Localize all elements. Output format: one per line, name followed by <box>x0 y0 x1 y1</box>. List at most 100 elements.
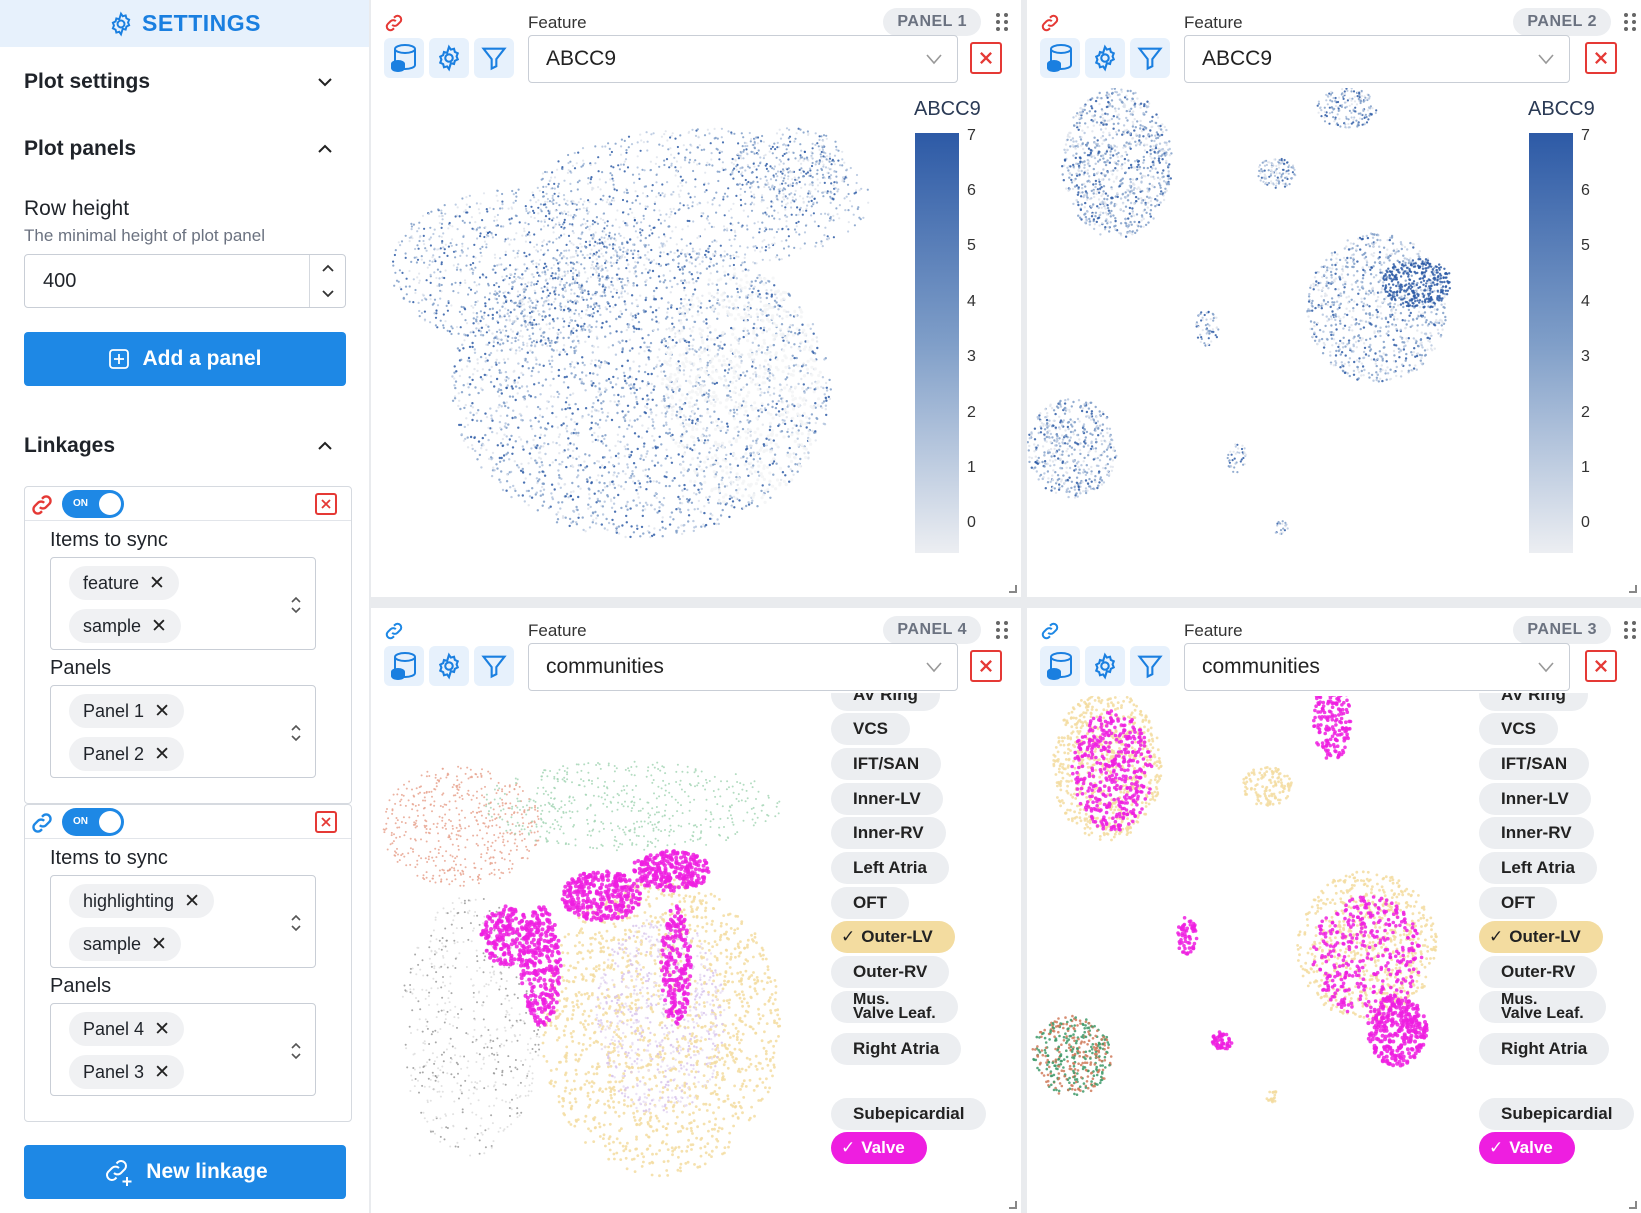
close-panel-button[interactable] <box>970 650 1002 682</box>
resize-handle[interactable] <box>1009 585 1017 593</box>
legend-item[interactable]: IFT/SAN <box>1479 748 1590 780</box>
decrement-button[interactable] <box>310 281 346 307</box>
legend-item[interactable]: Outer-RV <box>831 956 950 988</box>
remove-chip-icon[interactable]: ✕ <box>154 1018 170 1041</box>
legend-item[interactable]: Mus. Valve Leaf. <box>831 991 958 1023</box>
legend-item[interactable]: Inner-LV <box>1479 783 1591 815</box>
dataset-button[interactable] <box>1040 646 1080 686</box>
linkages-section[interactable]: Linkages <box>24 431 335 461</box>
remove-chip-icon[interactable]: ✕ <box>151 933 167 956</box>
remove-linkage-button[interactable] <box>315 493 337 515</box>
items-to-sync-select[interactable]: feature ✕ sample ✕ <box>50 557 316 650</box>
link-icon[interactable] <box>383 12 405 34</box>
tick-label: 6 <box>967 182 976 199</box>
linkage-toggle[interactable]: ON <box>62 808 124 836</box>
legend-item[interactable]: Inner-RV <box>1479 817 1594 849</box>
filter-button[interactable] <box>1130 38 1170 78</box>
resize-handle[interactable] <box>1009 1201 1017 1209</box>
new-linkage-button[interactable]: New linkage <box>24 1145 346 1199</box>
legend-item[interactable]: OFT <box>831 887 909 919</box>
drag-handle-icon[interactable] <box>1623 620 1637 640</box>
remove-chip-icon[interactable]: ✕ <box>184 890 200 913</box>
legend-label: Inner-RV <box>1501 823 1572 842</box>
link-icon[interactable] <box>383 620 405 642</box>
filter-button[interactable] <box>474 38 514 78</box>
legend-label: Subepicardial <box>1501 1104 1613 1123</box>
increment-button[interactable] <box>310 255 346 281</box>
legend-item[interactable]: ✓ Valve <box>831 1132 927 1164</box>
legend-item[interactable]: Right Atria <box>831 1033 962 1065</box>
legend-item[interactable]: VCS <box>1479 713 1558 745</box>
dataset-button[interactable] <box>384 646 424 686</box>
tick-label: 4 <box>967 293 976 310</box>
settings-button[interactable] <box>429 646 469 686</box>
linkage-toggle[interactable]: ON <box>62 490 124 518</box>
legend-item[interactable]: Mus. Valve Leaf. <box>1479 991 1606 1023</box>
remove-linkage-button[interactable] <box>315 811 337 833</box>
legend-item[interactable]: Left Atria <box>1479 852 1597 884</box>
panels-select[interactable]: Panel 1 ✕ Panel 2 ✕ <box>50 685 316 778</box>
feature-select[interactable]: communities <box>528 643 958 691</box>
legend-label: AV Ring <box>853 693 918 704</box>
remove-chip-icon[interactable]: ✕ <box>151 615 167 638</box>
legend-item[interactable]: Inner-LV <box>831 783 943 815</box>
legend-item[interactable]: ✓ Outer-LV <box>1479 921 1603 953</box>
legend-item[interactable]: OFT <box>1479 887 1557 919</box>
plot-panels-section[interactable]: Plot panels <box>24 134 335 164</box>
row-height-label: Row height <box>24 197 130 220</box>
settings-button[interactable] <box>429 38 469 78</box>
legend-label: VCS <box>853 719 888 738</box>
remove-chip-icon[interactable]: ✕ <box>149 572 165 595</box>
resize-handle[interactable] <box>1629 1201 1637 1209</box>
legend-item[interactable]: Subepicardial <box>1479 1098 1635 1130</box>
resize-handle[interactable] <box>1629 585 1637 593</box>
legend-item[interactable]: Left Atria <box>831 852 949 884</box>
filter-button[interactable] <box>474 646 514 686</box>
tick-label: 3 <box>967 348 976 365</box>
close-panel-button[interactable] <box>1585 42 1617 74</box>
settings-button[interactable] <box>1085 38 1125 78</box>
row-height-input[interactable]: 400 <box>24 254 346 308</box>
legend-label: Inner-LV <box>853 789 921 808</box>
close-icon <box>980 660 992 672</box>
chevron-down-icon <box>322 290 334 298</box>
dataset-button[interactable] <box>1040 38 1080 78</box>
close-panel-button[interactable] <box>970 42 1002 74</box>
legend-item[interactable]: Subepicardial <box>831 1098 987 1130</box>
panels-select[interactable]: Panel 4 ✕ Panel 3 ✕ <box>50 1003 316 1096</box>
legend-item[interactable]: ✓ Valve <box>1479 1132 1575 1164</box>
legend-item[interactable]: IFT/SAN <box>831 748 942 780</box>
feature-select[interactable]: ABCC9 <box>1184 35 1570 83</box>
feature-select[interactable]: communities <box>1184 643 1570 691</box>
settings-button[interactable] <box>1085 646 1125 686</box>
link-icon[interactable] <box>1039 12 1061 34</box>
items-to-sync-select[interactable]: highlighting ✕ sample ✕ <box>50 875 316 968</box>
remove-chip-icon[interactable]: ✕ <box>154 700 170 723</box>
plot-settings-section[interactable]: Plot settings <box>24 67 335 97</box>
legend-item[interactable]: VCS <box>831 713 910 745</box>
drag-handle-icon[interactable] <box>995 620 1009 640</box>
legend-item[interactable]: Right Atria <box>1479 1033 1610 1065</box>
legend-item[interactable]: AV Ring <box>831 693 940 711</box>
legend-item[interactable]: Outer-RV <box>1479 956 1598 988</box>
remove-chip-icon[interactable]: ✕ <box>154 743 170 766</box>
tick-label: 1 <box>1581 459 1590 476</box>
filter-button[interactable] <box>1130 646 1170 686</box>
feature-label: Feature <box>1184 13 1243 32</box>
chip-label: Panel 4 <box>83 1018 145 1039</box>
filter-icon <box>481 47 507 71</box>
chip-sample: sample ✕ <box>69 609 181 643</box>
add-panel-button[interactable]: Add a panel <box>24 332 346 386</box>
legend-label: Inner-LV <box>1501 789 1569 808</box>
drag-handle-icon[interactable] <box>1623 12 1637 32</box>
legend-item[interactable]: Inner-RV <box>831 817 946 849</box>
feature-select[interactable]: ABCC9 <box>528 35 958 83</box>
filter-icon <box>1137 655 1163 679</box>
link-icon[interactable] <box>1039 620 1061 642</box>
drag-handle-icon[interactable] <box>995 12 1009 32</box>
legend-item[interactable]: ✓ Outer-LV <box>831 921 955 953</box>
close-panel-button[interactable] <box>1585 650 1617 682</box>
remove-chip-icon[interactable]: ✕ <box>154 1061 170 1084</box>
dataset-button[interactable] <box>384 38 424 78</box>
legend-item[interactable]: AV Ring <box>1479 693 1588 711</box>
